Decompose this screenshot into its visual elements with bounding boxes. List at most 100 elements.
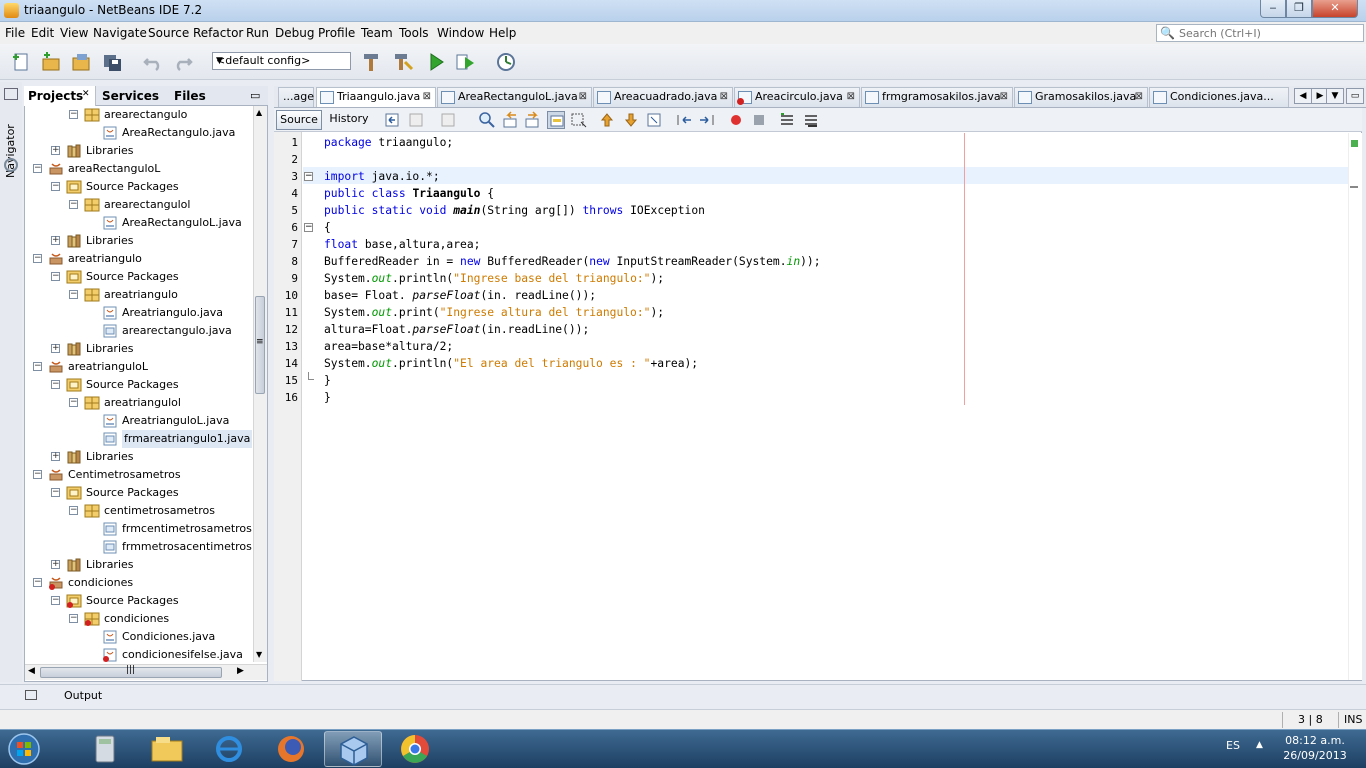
tree-item[interactable]: − condiciones bbox=[25, 574, 253, 592]
tree-item[interactable]: arearectangulo.java bbox=[25, 322, 253, 340]
tree-item[interactable]: frmmetrosacentimetros.ja bbox=[25, 538, 253, 556]
start-button[interactable] bbox=[4, 731, 44, 767]
minimize-panel-icon[interactable]: ▭ bbox=[250, 89, 260, 102]
minimize-button[interactable]: ‒ bbox=[1260, 0, 1286, 18]
open-project-icon[interactable] bbox=[70, 51, 92, 73]
menu-team[interactable]: Team bbox=[361, 26, 393, 40]
code-line[interactable]: System.out.println("El area del triangul… bbox=[324, 355, 698, 372]
profile-icon[interactable] bbox=[495, 51, 517, 73]
code-line[interactable]: altura=Float.parseFloat(in.readLine()); bbox=[324, 321, 589, 338]
previous-bookmark-icon[interactable] bbox=[598, 111, 616, 129]
collapse-icon[interactable]: − bbox=[33, 362, 42, 371]
menu-file[interactable]: File bbox=[5, 26, 25, 40]
menu-help[interactable]: Help bbox=[489, 26, 516, 40]
output-tab[interactable]: Output bbox=[64, 689, 102, 702]
close-tab-icon[interactable]: ⊠ bbox=[1135, 88, 1143, 106]
comment-icon[interactable] bbox=[778, 111, 796, 129]
collapse-icon[interactable]: − bbox=[33, 578, 42, 587]
tab-services[interactable]: Services bbox=[98, 86, 163, 106]
editor-tab[interactable]: Areacirculo.java ⊠ bbox=[734, 87, 860, 107]
editor-tab[interactable]: Condiciones.java... bbox=[1149, 87, 1289, 107]
tree-item[interactable]: − areatriangulo bbox=[25, 250, 253, 268]
tab-files[interactable]: Files bbox=[170, 86, 210, 106]
toggle-bookmark-icon[interactable] bbox=[645, 111, 663, 129]
collapse-icon[interactable]: − bbox=[69, 398, 78, 407]
code-line[interactable]: area=base*altura/2; bbox=[324, 338, 453, 355]
editor-tab[interactable]: Gramosakilos.java ⊠ bbox=[1014, 87, 1148, 107]
close-icon[interactable]: ✕ bbox=[82, 89, 90, 99]
close-tab-icon[interactable]: ⊠ bbox=[720, 88, 728, 106]
code-line[interactable]: float base,altura,area; bbox=[324, 236, 480, 253]
code-line[interactable]: { bbox=[324, 219, 331, 236]
taskbar-explorer[interactable] bbox=[138, 731, 196, 767]
close-tab-icon[interactable]: ⊠ bbox=[423, 88, 431, 106]
tabs-list-icon[interactable]: ▼ bbox=[1326, 88, 1344, 104]
tree-item[interactable]: + Libraries bbox=[25, 340, 253, 358]
uncomment-icon[interactable] bbox=[802, 111, 820, 129]
tree-item[interactable]: − arearectangulol bbox=[25, 196, 253, 214]
back-icon[interactable] bbox=[408, 111, 426, 129]
tree-item[interactable]: Condiciones.java bbox=[25, 628, 253, 646]
collapse-icon[interactable]: − bbox=[51, 488, 60, 497]
window-icon[interactable] bbox=[25, 690, 37, 700]
code-line[interactable]: public class Triaangulo { bbox=[324, 185, 494, 202]
tree-item[interactable]: − Centimetrosametros bbox=[25, 466, 253, 484]
menu-view[interactable]: View bbox=[60, 26, 88, 40]
menu-profile[interactable]: Profile bbox=[318, 26, 355, 40]
find-previous-icon[interactable] bbox=[502, 111, 520, 129]
menu-tools[interactable]: Tools bbox=[399, 26, 429, 40]
menu-debug[interactable]: Debug bbox=[275, 26, 314, 40]
code-line[interactable]: import java.io.*; bbox=[324, 168, 440, 185]
find-next-icon[interactable] bbox=[524, 111, 542, 129]
expand-icon[interactable]: + bbox=[51, 560, 60, 569]
shift-left-icon[interactable] bbox=[675, 111, 693, 129]
menu-run[interactable]: Run bbox=[246, 26, 269, 40]
code-line[interactable]: base= Float. parseFloat(in. readLine()); bbox=[324, 287, 596, 304]
save-all-icon[interactable] bbox=[102, 51, 124, 73]
editor-tab[interactable]: Areacuadrado.java ⊠ bbox=[593, 87, 733, 107]
expand-icon[interactable]: + bbox=[51, 344, 60, 353]
close-tab-icon[interactable]: ⊠ bbox=[1000, 88, 1008, 106]
tray-expand-icon[interactable]: ▲ bbox=[1256, 740, 1263, 750]
tree-item[interactable]: − areatriangulol bbox=[25, 394, 253, 412]
tree-item[interactable]: − arearectangulo bbox=[25, 106, 253, 124]
language-indicator[interactable]: ES bbox=[1226, 739, 1240, 752]
scroll-left-icon[interactable]: ◀ bbox=[28, 666, 35, 676]
code-line[interactable]: package triaangulo; bbox=[324, 134, 453, 151]
tree-item[interactable]: AreatrianguloL.java bbox=[25, 412, 253, 430]
window-restore-icon[interactable] bbox=[4, 88, 18, 100]
build-hammer-icon[interactable] bbox=[360, 51, 382, 73]
code-line[interactable]: System.out.print("Ingrese altura del tri… bbox=[324, 304, 664, 321]
undo-icon[interactable] bbox=[142, 51, 164, 73]
collapse-icon[interactable]: − bbox=[33, 164, 42, 173]
collapse-icon[interactable]: − bbox=[51, 596, 60, 605]
editor-tab[interactable]: Triaangulo.java ⊠ bbox=[316, 87, 436, 107]
debug-icon[interactable] bbox=[454, 51, 476, 73]
collapse-icon[interactable]: − bbox=[51, 272, 60, 281]
config-select[interactable]: <default config> ▼ bbox=[212, 52, 351, 70]
expand-icon[interactable]: + bbox=[51, 236, 60, 245]
next-bookmark-icon[interactable] bbox=[622, 111, 640, 129]
toggle-rect-select-icon[interactable] bbox=[570, 111, 588, 129]
collapse-icon[interactable]: − bbox=[69, 614, 78, 623]
expand-icon[interactable]: + bbox=[51, 452, 60, 461]
tree-item[interactable]: + Libraries bbox=[25, 556, 253, 574]
menu-source[interactable]: Source bbox=[148, 26, 189, 40]
search-input[interactable] bbox=[1179, 26, 1359, 40]
tree-item[interactable]: − Source Packages bbox=[25, 592, 253, 610]
taskbar-chrome[interactable] bbox=[386, 731, 444, 767]
tree-item[interactable]: Areatriangulo.java bbox=[25, 304, 253, 322]
tabs-scroll-left-icon[interactable]: ◀ bbox=[1294, 88, 1312, 104]
editor-tab[interactable]: ...age bbox=[278, 87, 314, 107]
taskbar-netbeans[interactable] bbox=[324, 731, 382, 767]
tree-vscroll-thumb[interactable]: ≡ bbox=[255, 296, 265, 394]
collapse-icon[interactable]: − bbox=[33, 470, 42, 479]
expand-icon[interactable]: + bbox=[51, 146, 60, 155]
menu-refactor[interactable]: Refactor bbox=[193, 26, 243, 40]
code-line[interactable]: public static void main(String arg[]) th… bbox=[324, 202, 705, 219]
tree-item[interactable]: − centimetrosametros bbox=[25, 502, 253, 520]
tree-hscroll-thumb[interactable]: ||| bbox=[40, 665, 222, 678]
tree-item[interactable]: condicionesifelse.java bbox=[25, 646, 253, 662]
stop-macro-icon[interactable] bbox=[750, 111, 768, 129]
code-line[interactable]: System.out.println("Ingrese base del tri… bbox=[324, 270, 664, 287]
